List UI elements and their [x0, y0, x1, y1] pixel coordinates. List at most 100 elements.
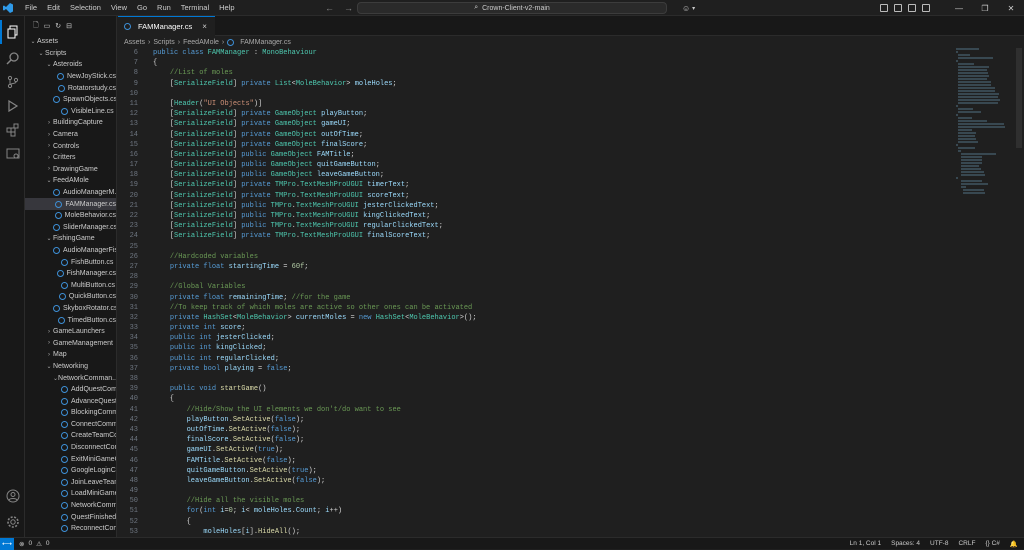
close-tab-icon[interactable]: ×: [202, 22, 207, 31]
menu-item-help[interactable]: Help: [214, 0, 239, 16]
tab-fammanager[interactable]: FAMManager.cs ×: [118, 16, 215, 36]
problems-indicator[interactable]: ⊗ 0 ⚠ 0: [19, 540, 50, 548]
toggle-sidebar-icon[interactable]: [894, 4, 902, 12]
code-text: private float remainingTime; //for the g…: [169, 293, 351, 302]
minimap[interactable]: [956, 48, 1008, 208]
folder-item[interactable]: › Controls: [25, 140, 116, 152]
copilot-icon[interactable]: ☺ ▾: [682, 2, 695, 14]
file-item[interactable]: DisconnectCom...: [25, 442, 116, 454]
menu-item-terminal[interactable]: Terminal: [176, 0, 214, 16]
line-number: 27: [129, 262, 138, 271]
toggle-panel-icon[interactable]: [880, 4, 888, 12]
close-window-icon[interactable]: ✕: [998, 0, 1024, 16]
file-item[interactable]: QuickButton.cs: [25, 291, 116, 303]
file-item[interactable]: JoinLeaveTeam...: [25, 477, 116, 489]
file-item[interactable]: Rotatorstudy.cs: [25, 82, 116, 94]
collapse-all-icon[interactable]: ⊟: [66, 22, 72, 30]
folder-item[interactable]: › GameManagement: [25, 337, 116, 349]
file-item[interactable]: AudioManagerFis...: [25, 245, 116, 257]
menu-item-run[interactable]: Run: [152, 0, 176, 16]
file-item[interactable]: QuestFinishedC...: [25, 511, 116, 523]
status-item[interactable]: Ln 1, Col 1: [850, 540, 881, 548]
toggle-secondary-sidebar-icon[interactable]: [908, 4, 916, 12]
folder-item[interactable]: ⌄ Asteroids: [25, 59, 116, 71]
forward-arrow-icon[interactable]: →: [344, 3, 353, 13]
back-arrow-icon[interactable]: ←: [325, 3, 334, 13]
folder-item[interactable]: ⌄ FeedAMole: [25, 175, 116, 187]
minimap-line: [960, 183, 988, 185]
file-item[interactable]: MoleBehavior.cs: [25, 210, 116, 222]
breadcrumb-item[interactable]: FeedAMole: [183, 39, 219, 46]
file-item[interactable]: AddQuestCom...: [25, 384, 116, 396]
file-item[interactable]: VisibleLine.cs: [25, 106, 116, 118]
folder-item[interactable]: ⌄ FishingGame: [25, 233, 116, 245]
new-folder-icon[interactable]: ▭: [44, 22, 51, 30]
file-item[interactable]: ReconnectCom...: [25, 523, 116, 535]
file-item[interactable]: NetworkComm...: [25, 500, 116, 512]
code-line: 47 quitGameButton.SetActive(true);: [118, 466, 954, 476]
file-item[interactable]: TimedButton.cs: [25, 314, 116, 326]
folder-item[interactable]: › Map: [25, 349, 116, 361]
folder-item[interactable]: › GameLaunchers: [25, 326, 116, 338]
status-item[interactable]: {} C#: [985, 540, 999, 548]
menu-item-edit[interactable]: Edit: [42, 0, 65, 16]
file-item[interactable]: ConnectComma...: [25, 419, 116, 431]
file-item[interactable]: LoadMiniGame...: [25, 488, 116, 500]
settings-gear-icon[interactable]: [0, 510, 25, 534]
file-item[interactable]: ExitMiniGameC...: [25, 453, 116, 465]
folder-item[interactable]: ⌄ NetworkComman...: [25, 372, 116, 384]
file-item[interactable]: AudioManagerM...: [25, 187, 116, 199]
folder-item[interactable]: ⌄ Scripts: [25, 48, 116, 60]
explorer-icon[interactable]: [0, 20, 25, 44]
breadcrumb-item[interactable]: Assets: [124, 39, 145, 46]
new-file-icon[interactable]: 🗋: [33, 21, 39, 32]
folder-item[interactable]: › DrawingGame: [25, 164, 116, 176]
search-bar[interactable]: ⌕ Crown-Client-v2-main: [357, 2, 667, 14]
csharp-file-icon: [227, 38, 235, 46]
status-item[interactable]: UTF-8: [930, 540, 948, 548]
code-line: 34 public int jesterClicked;: [118, 333, 954, 343]
file-item[interactable]: MultiButton.cs: [25, 279, 116, 291]
status-item[interactable]: Spaces: 4: [891, 540, 920, 548]
folder-item[interactable]: › BuildingCapture: [25, 117, 116, 129]
folder-item[interactable]: ⌄ Assets: [25, 36, 116, 48]
menu-item-view[interactable]: View: [106, 0, 132, 16]
file-item[interactable]: CreateTeamCo...: [25, 430, 116, 442]
breadcrumb-item[interactable]: FAMManager.cs: [240, 39, 291, 46]
minimize-icon[interactable]: —: [946, 0, 972, 16]
folder-item[interactable]: › Critters: [25, 152, 116, 164]
folder-item[interactable]: ⌄ Networking: [25, 361, 116, 373]
remote-explorer-icon[interactable]: [0, 142, 25, 166]
restore-icon[interactable]: ❐: [972, 0, 998, 16]
remote-indicator-icon[interactable]: ⟷: [0, 537, 14, 550]
file-item[interactable]: NewJoyStick.cs: [25, 71, 116, 83]
file-item[interactable]: SpawnObjects.cs: [25, 94, 116, 106]
source-control-icon[interactable]: [0, 70, 25, 94]
menu-item-go[interactable]: Go: [132, 0, 152, 16]
code-line: 27 private float startingTime = 60f;: [118, 262, 954, 272]
code-line: 7{: [118, 58, 954, 68]
menu-item-file[interactable]: File: [20, 0, 42, 16]
file-item[interactable]: AdvanceQuestC...: [25, 395, 116, 407]
menu-item-selection[interactable]: Selection: [65, 0, 106, 16]
breadcrumb-item[interactable]: Scripts: [153, 39, 174, 46]
folder-item[interactable]: › Camera: [25, 129, 116, 141]
run-debug-icon[interactable]: [0, 94, 25, 118]
status-item[interactable]: CRLF: [958, 540, 975, 548]
file-item[interactable]: FishManager.cs: [25, 268, 116, 280]
editor-scrollbar[interactable]: [1016, 48, 1022, 148]
refresh-icon[interactable]: ↻: [55, 22, 61, 30]
chevron-right-icon: ›: [48, 351, 50, 358]
customize-layout-icon[interactable]: [922, 4, 930, 12]
search-view-icon[interactable]: [0, 46, 25, 70]
account-icon[interactable]: [0, 484, 25, 508]
file-item[interactable]: FishButton.cs: [25, 256, 116, 268]
notifications-bell-icon[interactable]: 🔔: [1010, 540, 1018, 548]
file-item[interactable]: SliderManager.cs: [25, 222, 116, 234]
extensions-icon[interactable]: [0, 118, 25, 142]
file-item[interactable]: GoogleLoginCo...: [25, 465, 116, 477]
file-item[interactable]: SkyboxRotator.cs: [25, 303, 116, 315]
file-item[interactable]: BlockingComm...: [25, 407, 116, 419]
file-item[interactable]: FAMManager.cs: [25, 198, 116, 210]
code-editor[interactable]: 6 public class FAMManager : MonoBehaviour…: [118, 48, 954, 537]
